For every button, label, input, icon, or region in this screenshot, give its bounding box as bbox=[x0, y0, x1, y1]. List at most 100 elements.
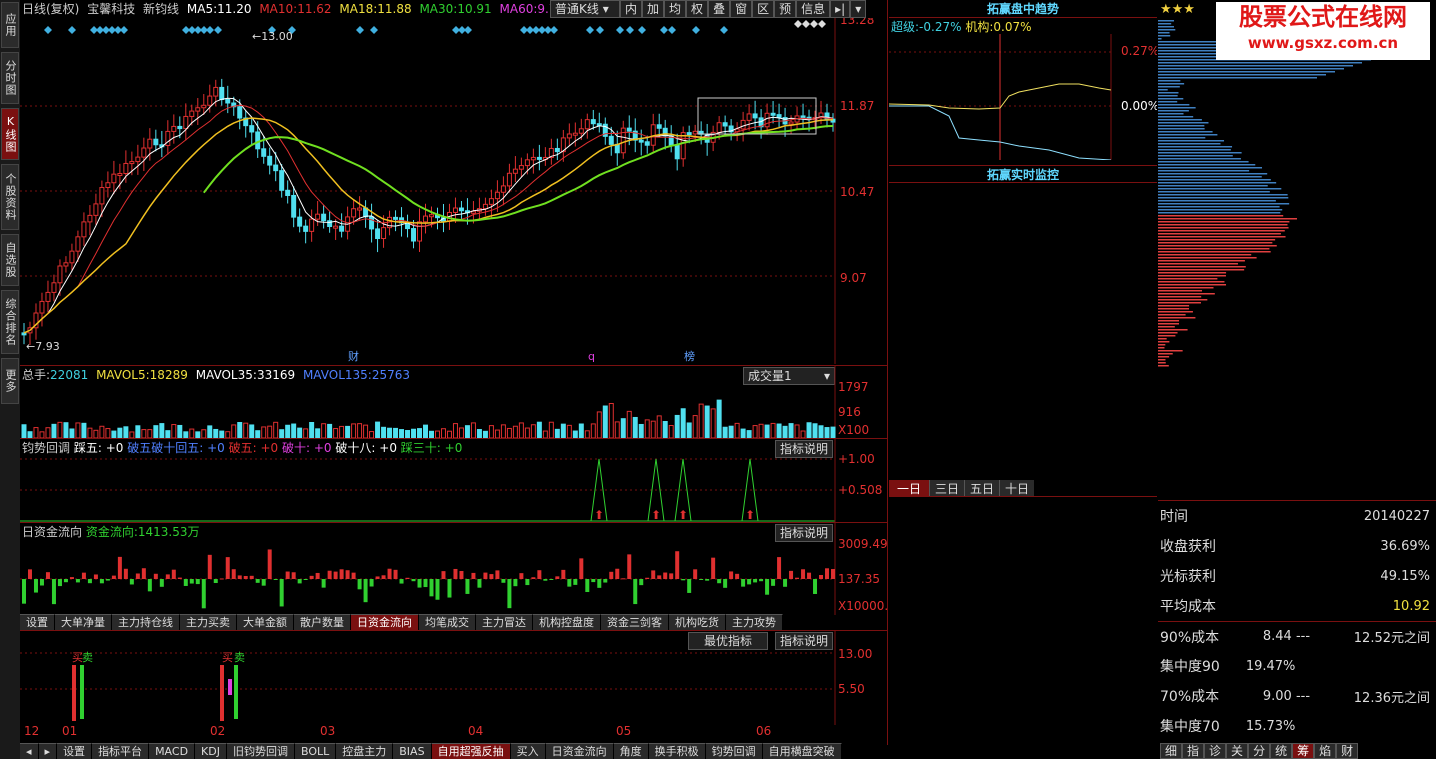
tab1-3[interactable]: 主力买卖 bbox=[180, 614, 237, 630]
flow-bar bbox=[657, 575, 662, 579]
sell-signal-2: 卖 bbox=[234, 651, 245, 664]
tab1-1[interactable]: 大单净量 bbox=[55, 614, 112, 630]
chip-bar bbox=[1158, 155, 1233, 157]
tab2-7[interactable]: BIAS bbox=[393, 743, 432, 759]
price-tick: 11.87 bbox=[840, 99, 874, 113]
volume-bar bbox=[512, 425, 518, 438]
tab2-3[interactable]: KDJ bbox=[195, 743, 227, 759]
tab1-10[interactable]: 资金三剑客 bbox=[601, 614, 669, 630]
tab1-4[interactable]: 大单金额 bbox=[237, 614, 294, 630]
arrow-toggle-icon[interactable]: ▸| bbox=[830, 0, 851, 18]
sidebar-kline[interactable]: K线图 bbox=[1, 108, 19, 160]
chip-tab-7[interactable]: 焰 bbox=[1314, 743, 1337, 759]
scroll-left-icon[interactable]: ◂ bbox=[20, 743, 39, 759]
candle bbox=[506, 172, 512, 187]
period-tab-5d[interactable]: 五日 bbox=[964, 480, 1000, 497]
sidebar-ranking[interactable]: 综合排名 bbox=[1, 290, 19, 354]
chip-tab-6[interactable]: 筹 bbox=[1292, 743, 1315, 759]
candle bbox=[261, 148, 267, 157]
flow-bar bbox=[219, 578, 224, 580]
volume-bar bbox=[93, 429, 99, 438]
tab2-12[interactable]: 换手积极 bbox=[648, 743, 706, 759]
flow-bar bbox=[201, 579, 206, 609]
tab1-6[interactable]: 日资金流向 bbox=[351, 614, 419, 630]
candle bbox=[225, 99, 231, 104]
candle bbox=[590, 119, 596, 125]
sidebar-timeshare[interactable]: 分时图 bbox=[1, 52, 19, 104]
sidebar-stock-info[interactable]: 个股资料 bbox=[1, 164, 19, 230]
toolbar-btn-yu[interactable]: 预 bbox=[774, 0, 797, 18]
tab1-8[interactable]: 主力冒达 bbox=[476, 614, 533, 630]
toolbar-btn-die[interactable]: 叠 bbox=[708, 0, 731, 18]
tab1-11[interactable]: 机构吃货 bbox=[669, 614, 726, 630]
chip-bar bbox=[1158, 191, 1270, 193]
candle bbox=[87, 214, 93, 223]
candle bbox=[195, 107, 201, 112]
volume-bar bbox=[351, 423, 357, 438]
chip-tab-8[interactable]: 财 bbox=[1336, 743, 1359, 759]
chip-tab-4[interactable]: 分 bbox=[1248, 743, 1271, 759]
chip-tab-5[interactable]: 统 bbox=[1270, 743, 1293, 759]
kline-type-select[interactable]: 普通K线 ▾ bbox=[550, 0, 620, 18]
tab2-14[interactable]: 自用横盘突破 bbox=[762, 743, 842, 759]
chevron-down-icon[interactable]: ▾ bbox=[850, 0, 867, 18]
tab1-7[interactable]: 均笔成交 bbox=[419, 614, 476, 630]
tab2-9[interactable]: 买入 bbox=[510, 743, 546, 759]
volume-bar bbox=[632, 416, 638, 438]
tab1-9[interactable]: 机构控盘度 bbox=[533, 614, 601, 630]
chip-bar bbox=[1158, 308, 1190, 310]
candle bbox=[626, 127, 632, 132]
volume-bar bbox=[440, 428, 446, 438]
event-q[interactable]: q bbox=[588, 350, 595, 363]
tab1-2[interactable]: 主力持仓线 bbox=[112, 614, 180, 630]
tab2-5[interactable]: BOLL bbox=[294, 743, 337, 759]
flow-bar bbox=[213, 579, 218, 584]
volume-bar bbox=[399, 429, 405, 438]
toolbar-btn-jun[interactable]: 均 bbox=[664, 0, 687, 18]
tab2-6[interactable]: 控盘主力 bbox=[336, 743, 394, 759]
period-tab-3d[interactable]: 三日 bbox=[929, 480, 965, 497]
scroll-right-icon[interactable]: ▸ bbox=[38, 743, 58, 759]
tab2-8[interactable]: 自用超强反抽 bbox=[431, 743, 511, 759]
volume-bar bbox=[476, 429, 482, 438]
price-chart[interactable]: 13.28 11.87 10.47 9.07 ←13.00 ←7.93 财 q … bbox=[20, 18, 888, 364]
tab1-5[interactable]: 散户数量 bbox=[294, 614, 351, 630]
sidebar-watchlist[interactable]: 自选股 bbox=[1, 234, 19, 286]
toolbar-btn-nei[interactable]: 内 bbox=[620, 0, 643, 18]
sidebar-app[interactable]: 应用 bbox=[1, 2, 19, 48]
event-cai[interactable]: 财 bbox=[348, 349, 359, 363]
period-tab-10d[interactable]: 十日 bbox=[999, 480, 1035, 497]
event-bang[interactable]: 榜 bbox=[684, 349, 695, 363]
period-tab-1d[interactable]: 一日 bbox=[889, 480, 930, 497]
toolbar-btn-quan[interactable]: 权 bbox=[686, 0, 709, 18]
tab2-13[interactable]: 钧势回调 bbox=[705, 743, 763, 759]
tab2-4[interactable]: 旧钧势回调 bbox=[226, 743, 295, 759]
chip-tab-1[interactable]: 指 bbox=[1182, 743, 1205, 759]
flow-bar bbox=[447, 579, 452, 598]
tab2-10[interactable]: 日资金流向 bbox=[545, 743, 614, 759]
tab2-2[interactable]: MACD bbox=[149, 743, 196, 759]
chip-tab-2[interactable]: 诊 bbox=[1204, 743, 1227, 759]
tab2-11[interactable]: 角度 bbox=[613, 743, 649, 759]
chip-tab-0[interactable]: 细 bbox=[1160, 743, 1183, 759]
flow-bar bbox=[117, 556, 122, 579]
tab1-0[interactable]: 设置 bbox=[20, 614, 55, 630]
flow-bar bbox=[483, 572, 488, 579]
sidebar-more[interactable]: 更多 bbox=[1, 358, 19, 404]
tab2-0[interactable]: 设置 bbox=[57, 743, 93, 759]
toolbar-btn-jia[interactable]: 加 bbox=[642, 0, 665, 18]
toolbar-btn-qu[interactable]: 区 bbox=[752, 0, 775, 18]
tab2-1[interactable]: 指标平台 bbox=[92, 743, 150, 759]
indicator2-chart: 3009.49 137.35 X10000.0 bbox=[20, 523, 888, 615]
toolbar-btn-info[interactable]: 信息 bbox=[796, 0, 831, 18]
toolbar-btn-chuang[interactable]: 窗 bbox=[730, 0, 753, 18]
flow-bar bbox=[165, 574, 170, 579]
chip-bar bbox=[1158, 38, 1162, 40]
flow-bar bbox=[585, 579, 590, 593]
candle bbox=[51, 282, 57, 293]
chip-bar bbox=[1158, 311, 1193, 313]
tab1-12[interactable]: 主力攻势 bbox=[726, 614, 783, 630]
flow-bar bbox=[609, 571, 614, 579]
flow-bar bbox=[375, 576, 380, 579]
chip-tab-3[interactable]: 关 bbox=[1226, 743, 1249, 759]
